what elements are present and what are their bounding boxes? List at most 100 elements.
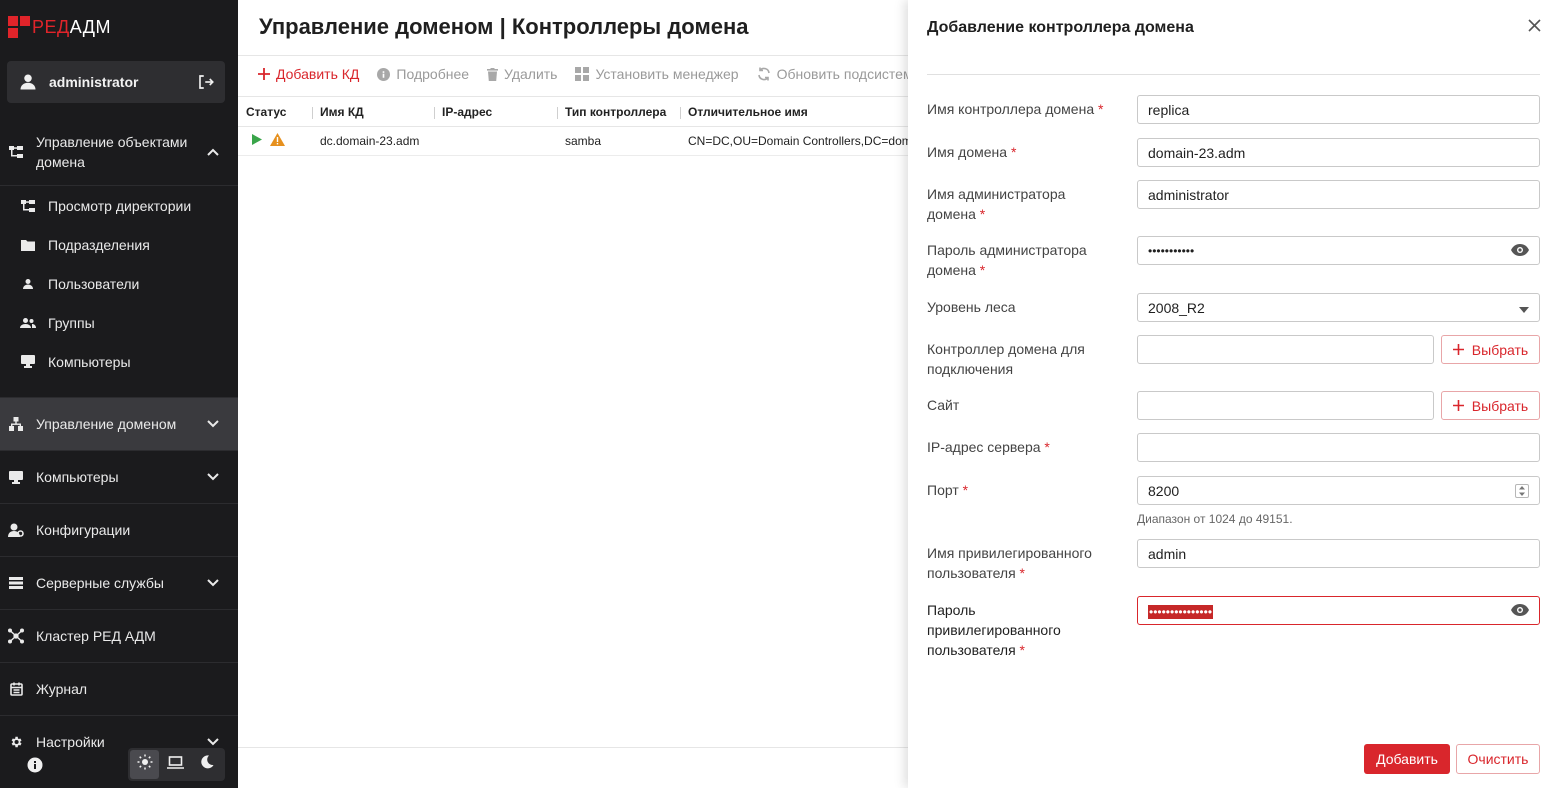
- system-theme-button[interactable]: [161, 750, 190, 779]
- column-header-dn-label: Отличительное имя: [688, 104, 808, 119]
- sidebar-item-groups[interactable]: Группы: [0, 303, 238, 342]
- port-label: Порт *: [927, 482, 969, 498]
- dc-table: Статус Имя КД IP-адрес Тип контроллера О…: [238, 96, 908, 156]
- sidebar-item-ou[interactable]: Подразделения: [0, 225, 238, 264]
- sidebar-item-label: Подразделения: [48, 236, 150, 253]
- delete-label: Удалить: [504, 66, 558, 82]
- pick-dc-label: Выбрать: [1471, 341, 1529, 358]
- priv-password-input[interactable]: •••••••••••••••: [1137, 596, 1540, 625]
- column-header-ip[interactable]: IP-адрес: [434, 105, 557, 119]
- sidebar-item-journal[interactable]: Журнал: [0, 662, 238, 715]
- sidebar-item-cluster[interactable]: Кластер РЕД АДМ: [0, 609, 238, 662]
- cell-name: dc.domain-23.adm: [320, 134, 420, 148]
- column-header-name[interactable]: Имя КД: [312, 105, 434, 119]
- sidebar-item-label: Кластер РЕД АДМ: [36, 628, 156, 644]
- clear-button[interactable]: Очистить: [1456, 744, 1540, 774]
- sidebar-item-label: Просмотр директории: [48, 197, 192, 214]
- column-header-status[interactable]: Статус: [238, 105, 312, 119]
- user-name: administrator: [49, 74, 139, 90]
- port-input[interactable]: 8200: [1137, 476, 1540, 505]
- logout-icon[interactable]: [197, 73, 215, 91]
- sidebar-item-computers-main[interactable]: Компьютеры: [0, 450, 238, 503]
- close-icon: [1527, 19, 1541, 37]
- eye-icon[interactable]: [1511, 603, 1529, 619]
- column-header-ip-label: IP-адрес: [442, 104, 493, 119]
- laptop-icon: [167, 755, 184, 774]
- admin-password-input[interactable]: •••••••••••: [1137, 236, 1540, 265]
- chevron-down-icon: [206, 579, 220, 587]
- nav-group-domain-objects[interactable]: Управление объектами домена: [0, 118, 238, 186]
- running-icon: [252, 134, 262, 148]
- drawer-title: Добавление контроллера домена: [927, 19, 1194, 36]
- admin-password-label: Пароль администратора домена *: [927, 242, 1087, 278]
- details-label: Подробнее: [396, 66, 470, 82]
- column-header-dn[interactable]: Отличительное имя: [680, 105, 908, 119]
- sidebar-item-configurations[interactable]: Конфигурации: [0, 503, 238, 556]
- status-cell: [238, 133, 312, 149]
- sync-icon: [757, 67, 771, 81]
- info-icon: [377, 67, 391, 81]
- nav-group-label-1: Управление объектами: [36, 133, 188, 150]
- sidebar-item-label: Компьютеры: [48, 353, 131, 370]
- priv-user-label: Имя привилегированного пользователя *: [927, 545, 1092, 581]
- cell-dn: CN=DC,OU=Domain Controllers,DC=domain-23…: [688, 134, 908, 148]
- tree-icon: [20, 198, 36, 214]
- priv-user-input[interactable]: admin: [1137, 539, 1540, 568]
- table-row[interactable]: dc.domain-23.adm samba CN=DC,OU=Domain C…: [238, 127, 908, 156]
- forest-level-label: Уровень леса: [927, 299, 1016, 315]
- install-manager-button[interactable]: Установить менеджер: [575, 66, 739, 82]
- stepper-icon[interactable]: [1515, 483, 1529, 498]
- warning-icon: [270, 133, 285, 149]
- domain-icon: [8, 416, 24, 432]
- user-icon: [19, 73, 37, 91]
- dark-theme-button[interactable]: [192, 750, 221, 779]
- dc-name-input[interactable]: replica: [1137, 95, 1540, 124]
- plus-icon: [258, 68, 270, 80]
- details-button[interactable]: Подробнее: [377, 66, 469, 82]
- add-dc-drawer: Добавление контроллера домена Имя контро…: [908, 0, 1560, 788]
- sidebar-item-label: Группы: [48, 314, 95, 331]
- domain-name-input[interactable]: domain-23.adm: [1137, 138, 1540, 167]
- admin-name-input[interactable]: administrator: [1137, 180, 1540, 209]
- chevron-up-icon: [206, 148, 220, 156]
- toolbar: Добавить КД Подробнее Удалить Установить…: [258, 66, 920, 82]
- server-ip-input[interactable]: [1137, 433, 1540, 462]
- port-value: 8200: [1148, 482, 1180, 499]
- forest-level-value: 2008_R2: [1148, 299, 1205, 316]
- sidebar-item-directory[interactable]: Просмотр директории: [0, 186, 238, 225]
- pick-dc-button[interactable]: Выбрать: [1441, 335, 1540, 364]
- delete-button[interactable]: Удалить: [487, 66, 557, 82]
- port-hint: Диапазон от 1024 до 49151.: [1137, 512, 1293, 526]
- monitor-icon: [8, 469, 24, 485]
- connect-dc-label: Контроллер домена для подключения: [927, 341, 1085, 377]
- tree-icon: [8, 144, 24, 160]
- sidebar-item-domain-management[interactable]: Управление доменом: [0, 397, 238, 450]
- priv-user-value: admin: [1148, 545, 1187, 562]
- sidebar-item-server-services[interactable]: Серверные службы: [0, 556, 238, 609]
- submit-button[interactable]: Добавить: [1364, 744, 1450, 774]
- sidebar-item-computers[interactable]: Компьютеры: [0, 342, 238, 381]
- app-logo[interactable]: РЕДАДМ: [8, 14, 111, 40]
- cluster-icon: [8, 628, 24, 644]
- add-dc-button[interactable]: Добавить КД: [258, 66, 359, 82]
- forest-level-select[interactable]: 2008_R2: [1137, 293, 1540, 322]
- close-button[interactable]: [1526, 19, 1542, 37]
- column-header-type[interactable]: Тип контроллера: [557, 105, 680, 119]
- site-input[interactable]: [1137, 391, 1434, 420]
- admin-name-label: Имя администратора домена *: [927, 186, 1066, 222]
- dc-name-value: replica: [1148, 101, 1190, 118]
- eye-icon[interactable]: [1511, 243, 1529, 259]
- update-subsystem-button[interactable]: Обновить подсистему: [757, 66, 920, 82]
- chevron-down-icon: [206, 473, 220, 481]
- cell-type: samba: [565, 134, 602, 148]
- sidebar-item-label: Журнал: [36, 681, 88, 697]
- info-icon[interactable]: [27, 757, 43, 778]
- user-panel: administrator: [7, 61, 225, 103]
- dc-name-label: Имя контроллера домена *: [927, 101, 1104, 117]
- divider: [238, 747, 908, 748]
- light-theme-button[interactable]: [130, 750, 159, 779]
- table-header: Статус Имя КД IP-адрес Тип контроллера О…: [238, 96, 908, 127]
- connect-dc-input[interactable]: [1137, 335, 1434, 364]
- pick-site-button[interactable]: Выбрать: [1441, 391, 1540, 420]
- sidebar-item-users[interactable]: Пользователи: [0, 264, 238, 303]
